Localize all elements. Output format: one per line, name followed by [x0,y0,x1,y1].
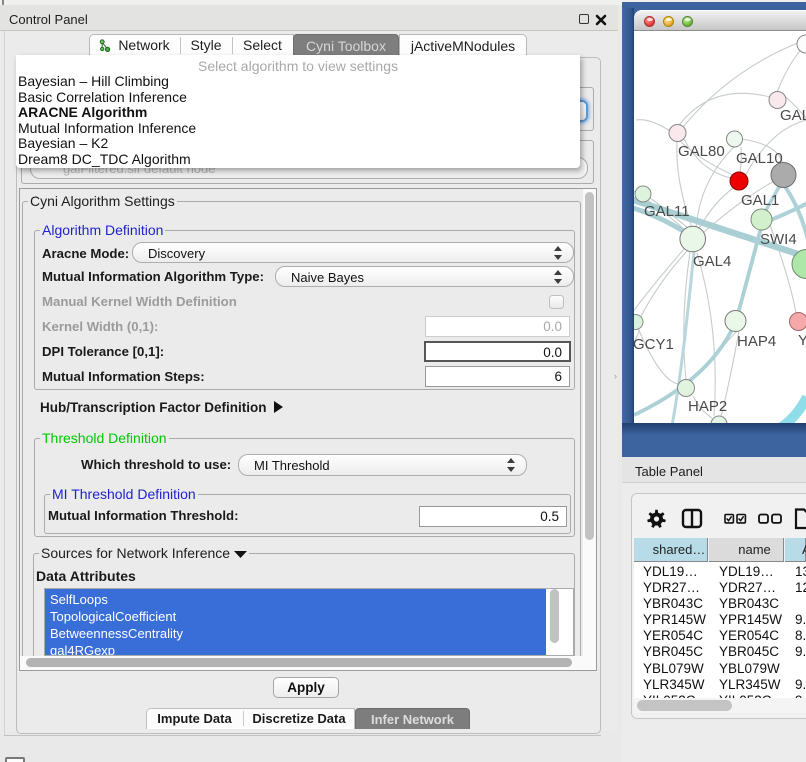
svg-text:GAL80: GAL80 [678,143,725,160]
svg-text:SWI4: SWI4 [760,231,797,248]
svg-text:HAP2: HAP2 [688,398,727,415]
svg-text:GAL4: GAL4 [693,253,731,270]
svg-text:GAL10: GAL10 [736,150,783,167]
svg-text:GAL1: GAL1 [741,192,779,209]
svg-text:YJ: YJ [798,332,806,349]
svg-text:HAP4: HAP4 [737,333,776,350]
svg-text:GAL11: GAL11 [644,203,690,220]
svg-text:GCY1: GCY1 [634,336,674,353]
svg-text:GAL2: GAL2 [780,107,806,124]
